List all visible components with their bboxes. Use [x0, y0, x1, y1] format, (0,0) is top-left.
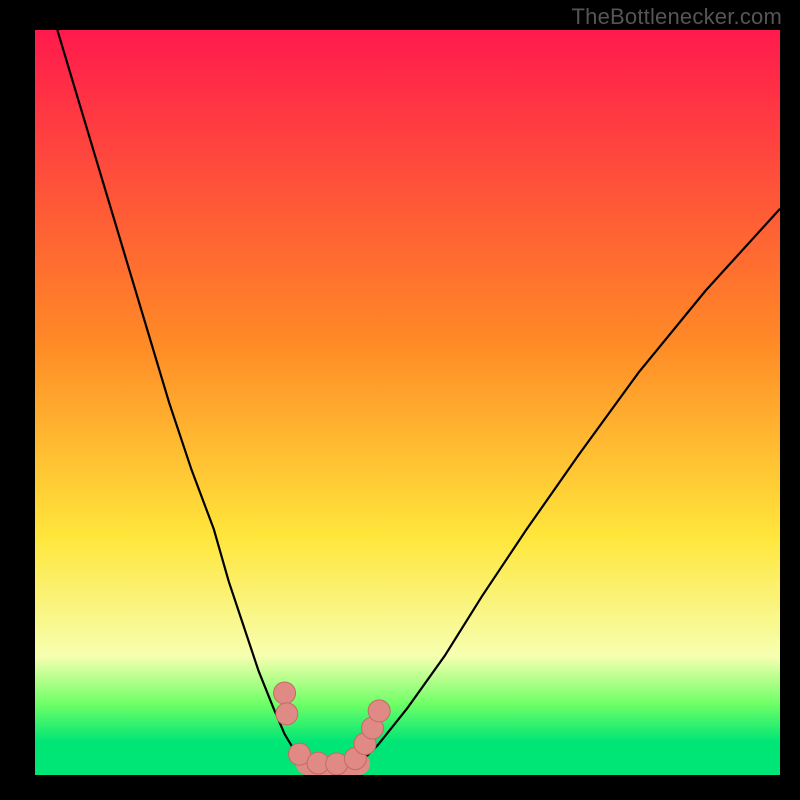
left-curve: [57, 30, 307, 764]
marker-dot: [368, 700, 390, 722]
outer-frame: TheBottleneсker.com: [0, 0, 800, 800]
right-curve: [359, 209, 780, 764]
plot-area: [35, 30, 780, 775]
curve-layer: [35, 30, 780, 775]
watermark-text: TheBottleneсker.com: [572, 4, 782, 30]
marker-dot: [276, 703, 298, 725]
highlighted-points: [274, 682, 391, 775]
marker-dot: [274, 682, 296, 704]
